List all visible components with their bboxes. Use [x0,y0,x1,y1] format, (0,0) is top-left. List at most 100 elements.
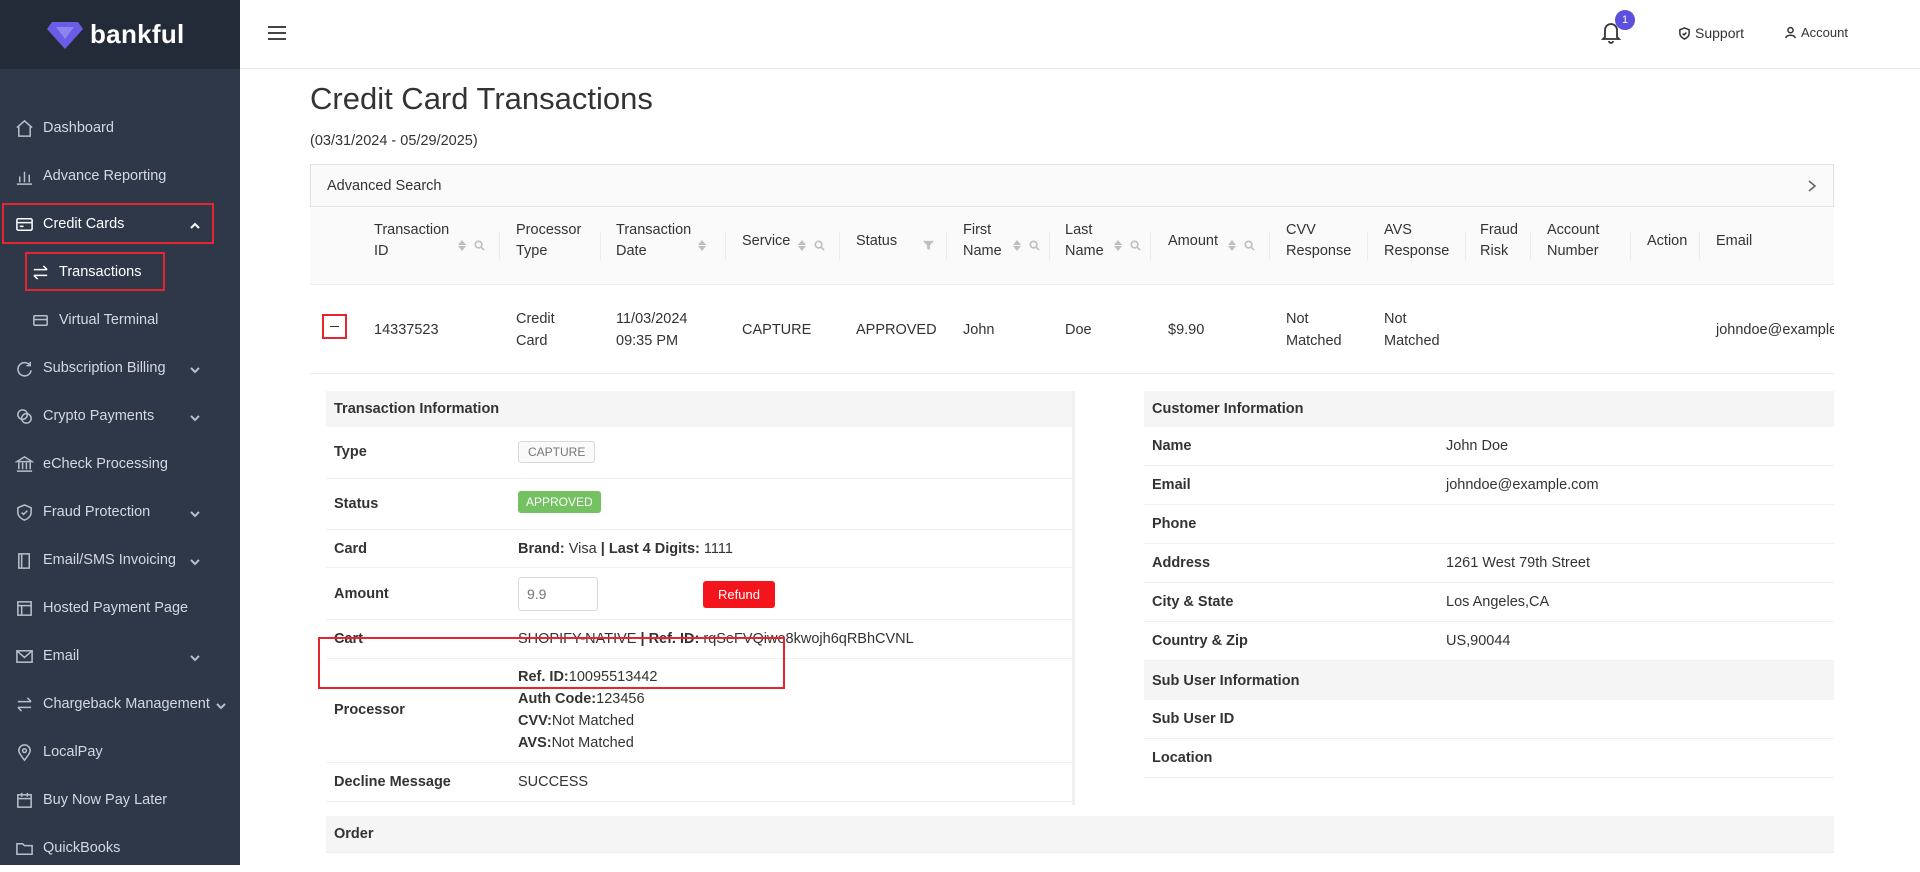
sidebar-item-crypto-payments[interactable]: Crypto Payments [0,392,240,440]
col-label: Name [1065,243,1104,259]
sort-icon[interactable] [1114,240,1122,251]
sub-user-info-title: Sub User Information [1144,661,1834,700]
coins-icon [14,406,34,426]
last4-label: | Last 4 Digits: [600,541,700,557]
location-icon [14,742,34,762]
cell-line: Matched [1384,333,1440,349]
search-icon[interactable] [1029,240,1040,251]
support-label: Support [1695,25,1745,41]
cell-first-name: John [963,322,995,338]
sort-icon[interactable] [698,240,706,251]
refund-amount-input[interactable]: 9.9 [518,577,598,611]
col-cvv-response: CVV Response [1286,220,1351,262]
column-divider [1530,232,1531,260]
sidebar-item-localpay[interactable]: LocalPay [0,728,240,776]
page-icon [14,598,34,618]
col-transaction-date[interactable]: Transaction Date [616,220,691,262]
col-last-name[interactable]: Last Name [1065,220,1104,262]
cell-line: 09:35 PM [616,333,679,349]
info-value: 1261 West 79th Street [1446,555,1591,571]
col-label: Processor [516,222,582,238]
col-label: ID [374,243,389,259]
sort-icon[interactable] [458,240,466,251]
col-label: Type [516,243,548,259]
customer-row-city-state: City & State Los Angeles,CA [1144,583,1834,622]
sidebar-item-hosted-payment-page[interactable]: Hosted Payment Page [0,584,240,632]
sidebar-item-label: Chargeback Management [43,696,210,712]
info-label: Email [1152,477,1191,493]
mail-icon [14,646,34,666]
sidebar-item-email-sms-invoicing[interactable]: Email/SMS Invoicing [0,536,240,584]
avs-value: Not Matched [551,735,634,751]
brand-value: Visa [568,541,597,557]
table-row[interactable]: 14337523 Credit Card 11/03/2024 09:35 PM… [310,286,1834,374]
cell-line: Not [1384,311,1407,327]
table-header: Transaction ID Processor Type Transactio… [310,208,1834,285]
col-amount[interactable]: Amount [1168,231,1218,252]
sidebar-item-label: Crypto Payments [43,408,155,424]
account-link[interactable]: Account [1784,25,1848,40]
col-label: Response [1384,243,1450,259]
col-label: Transaction [616,222,692,238]
cell-cvv-response: Not Matched [1286,308,1342,352]
col-label: Fraud [1480,222,1518,238]
chevron-down-icon [190,651,200,662]
sidebar-item-label: Subscription Billing [43,360,166,376]
sidebar-item-email[interactable]: Email [0,632,240,680]
sidebar-item-bnpl[interactable]: Buy Now Pay Later [0,776,240,824]
sort-icon[interactable] [1228,240,1236,251]
col-account-number: Account Number [1547,220,1599,262]
cvv-value: Not Matched [551,713,635,729]
column-divider [600,232,601,260]
calendar-icon [14,790,34,810]
sidebar-item-label: Email/SMS Invoicing [43,552,176,568]
col-label: CVV [1286,222,1316,238]
highlight-transactions [25,252,165,291]
shield-check-icon [1679,26,1690,40]
search-icon[interactable] [474,240,485,251]
customer-row-phone: Phone [1144,505,1834,544]
sort-icon[interactable] [1013,240,1021,251]
search-icon[interactable] [1130,240,1141,251]
col-transaction-id[interactable]: Transaction ID [374,220,449,262]
sidebar-item-echeck-processing[interactable]: eCheck Processing [0,440,240,488]
sidebar-item-chargeback-management[interactable]: Chargeback Management [0,680,240,728]
column-divider [1630,232,1631,260]
chevron-down-icon [190,411,200,422]
col-label: Name [963,243,1002,259]
cvv-label: CVV: [518,713,552,729]
support-link[interactable]: Support [1678,25,1744,41]
highlight-amount-row [318,637,785,689]
search-icon[interactable] [814,240,825,251]
logo[interactable]: bankful [0,0,240,69]
col-service[interactable]: Service [742,231,790,252]
customer-info-panel: Customer Information Name John Doe Email… [1144,391,1834,778]
sidebar-item-fraud-protection[interactable]: Fraud Protection [0,488,240,536]
search-icon[interactable] [1244,240,1255,251]
avs-label: AVS: [518,735,552,751]
sidebar-item-dashboard[interactable]: Dashboard [0,104,240,152]
col-status[interactable]: Status [856,231,897,252]
filter-icon[interactable] [923,240,934,251]
collapse-row-button[interactable] [322,314,347,339]
col-label: Email [1716,233,1753,249]
sidebar-item-advance-reporting[interactable]: Advance Reporting [0,152,240,200]
col-first-name[interactable]: First Name [963,220,1002,262]
info-row-type: Type CAPTURE [326,427,1072,479]
home-icon [14,118,34,138]
column-divider [1699,232,1700,260]
col-label: Last [1065,222,1093,238]
sidebar-item-virtual-terminal[interactable]: Virtual Terminal [0,296,240,344]
refund-button[interactable]: Refund [703,581,775,608]
chevron-down-icon [190,555,200,566]
sidebar-item-subscription-billing[interactable]: Subscription Billing [0,344,240,392]
brand-name: bankful [90,19,185,49]
info-label: Address [1152,555,1211,571]
sidebar-item-label: eCheck Processing [43,456,168,472]
menu-toggle-icon[interactable] [268,26,286,40]
cell-line: Card [516,333,548,349]
sort-icon[interactable] [798,240,806,251]
info-label: Processor [334,702,405,718]
main-content: Credit Card Transactions (03/31/2024 - 0… [240,69,1920,865]
advanced-search-toggle[interactable]: Advanced Search [310,164,1834,207]
